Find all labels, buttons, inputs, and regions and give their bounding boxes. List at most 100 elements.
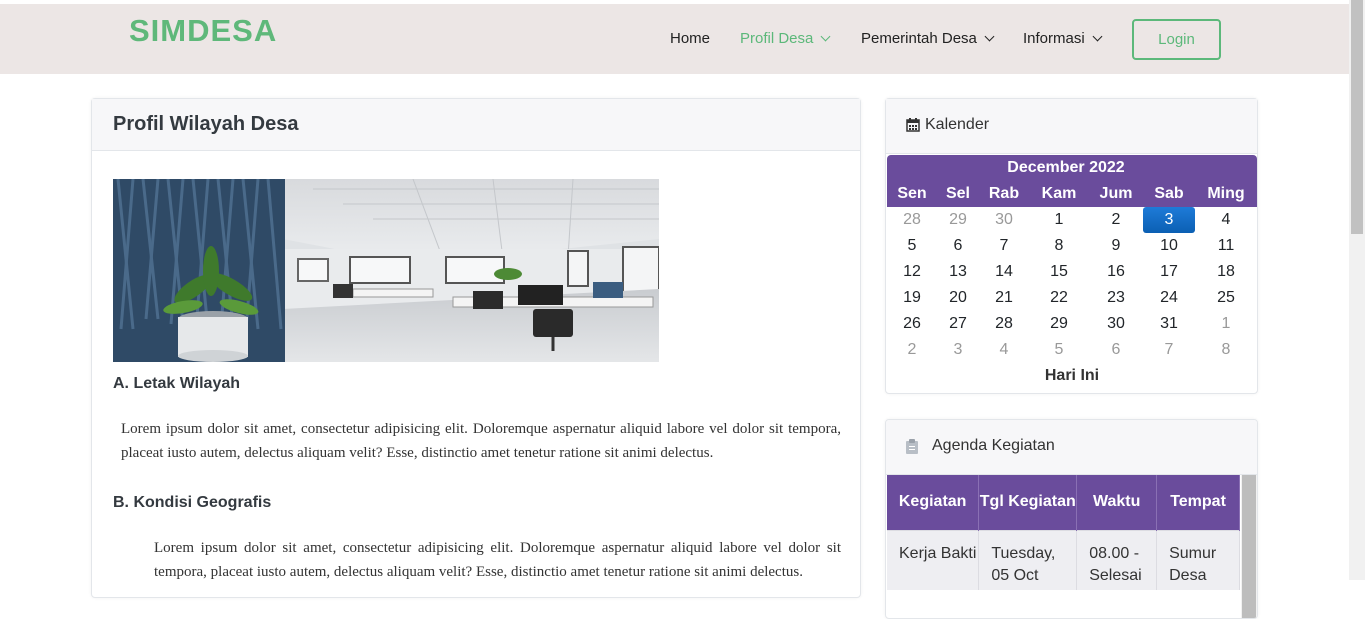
- calendar-day[interactable]: 21: [979, 285, 1029, 311]
- calendar-day[interactable]: 15: [1029, 259, 1089, 285]
- calendar-icon: [906, 118, 920, 132]
- next-month-button[interactable]: [1195, 155, 1257, 181]
- calendar-day[interactable]: 7: [979, 233, 1029, 259]
- calendar-card-header: Kalender: [886, 99, 1257, 154]
- weekday-label: Rab: [979, 181, 1029, 207]
- calendar-day[interactable]: 10: [1143, 233, 1195, 259]
- calendar-day[interactable]: 14: [979, 259, 1029, 285]
- calendar-day[interactable]: 8: [1195, 337, 1257, 363]
- calendar-heading: Kalender: [906, 116, 989, 134]
- calendar-day[interactable]: 2: [1089, 207, 1143, 233]
- agenda-card: Agenda Kegiatan Kegiatan Tgl Kegiatan Wa…: [885, 419, 1258, 619]
- office-image: [113, 179, 659, 362]
- calendar-day[interactable]: 28: [887, 207, 937, 233]
- calendar-day[interactable]: 4: [1195, 207, 1257, 233]
- nav-pemerintah-desa[interactable]: Pemerintah Desa: [861, 30, 995, 47]
- nav-profil-desa[interactable]: Profil Desa: [740, 30, 831, 47]
- calendar-day[interactable]: 18: [1195, 259, 1257, 285]
- section-text-letak-wilayah: Lorem ipsum dolor sit amet, consectetur …: [121, 421, 841, 461]
- weekday-label: Jum: [1089, 181, 1143, 207]
- calendar-day[interactable]: 8: [1029, 233, 1089, 259]
- section-text-kondisi-geografis: Lorem ipsum dolor sit amet, consectetur …: [154, 540, 841, 580]
- calendar-day[interactable]: 17: [1143, 259, 1195, 285]
- scrollbar-thumb[interactable]: [1351, 0, 1363, 234]
- nav-pemerintah-desa-label: Pemerintah Desa: [861, 30, 977, 47]
- calendar-day[interactable]: 30: [979, 207, 1029, 233]
- calendar-day[interactable]: 20: [937, 285, 979, 311]
- calendar-day[interactable]: 19: [887, 285, 937, 311]
- calendar-day[interactable]: 4: [979, 337, 1029, 363]
- calendar-week-row: 19 20 21 22 23 24 25: [887, 285, 1257, 311]
- calendar-day[interactable]: 28: [979, 311, 1029, 337]
- agenda-scrollbar[interactable]: [1241, 475, 1257, 618]
- agenda-header-row: Kegiatan Tgl Kegiatan Waktu Tempat: [887, 475, 1240, 530]
- calendar-day[interactable]: 11: [1195, 233, 1257, 259]
- calendar-heading-label: Kalender: [925, 116, 990, 133]
- prev-month-button[interactable]: [887, 155, 937, 181]
- calendar-day[interactable]: 12: [887, 259, 937, 285]
- weekday-label: Kam: [1029, 181, 1089, 207]
- calendar-day[interactable]: 1: [1029, 207, 1089, 233]
- calendar-table: December 2022 Sen Sel Rab Kam Jum Sab Mi…: [887, 155, 1257, 389]
- page-title: Profil Wilayah Desa: [113, 113, 299, 135]
- calendar-day[interactable]: 2: [887, 337, 937, 363]
- calendar-month-title[interactable]: December 2022: [937, 155, 1195, 181]
- calendar-day[interactable]: 22: [1029, 285, 1089, 311]
- calendar-day[interactable]: 5: [1029, 337, 1089, 363]
- calendar-day[interactable]: 1: [1195, 311, 1257, 337]
- clipboard-icon: [906, 438, 918, 454]
- calendar-week-row: 2 3 4 5 6 7 8: [887, 337, 1257, 363]
- calendar-week-row: 12 13 14 15 16 17 18: [887, 259, 1257, 285]
- calendar-week-row: 26 27 28 29 30 31 1: [887, 311, 1257, 337]
- calendar-day[interactable]: 27: [937, 311, 979, 337]
- weekday-label: Ming: [1195, 181, 1257, 207]
- calendar-month-row: December 2022: [887, 155, 1257, 181]
- section-title-kondisi-geografis: B. Kondisi Geografis: [113, 494, 272, 511]
- agenda-column-header: Kegiatan: [887, 475, 980, 530]
- weekday-label: Sel: [937, 181, 979, 207]
- agenda-heading: Agenda Kegiatan: [906, 437, 1055, 455]
- calendar-card: Kalender December 2022 Sen Sel Rab Kam J…: [885, 98, 1258, 394]
- page-scrollbar[interactable]: [1349, 0, 1365, 580]
- agenda-cell: Tuesday, 05 Oct: [978, 529, 1078, 590]
- calendar-day[interactable]: 30: [1089, 311, 1143, 337]
- calendar-day[interactable]: 29: [937, 207, 979, 233]
- calendar-week-row: 5 6 7 8 9 10 11: [887, 233, 1257, 259]
- calendar-day[interactable]: 26: [887, 311, 937, 337]
- chevron-down-icon: [1092, 31, 1103, 42]
- nav-informasi-label: Informasi: [1023, 30, 1085, 47]
- calendar-day[interactable]: 6: [937, 233, 979, 259]
- agenda-cell: 08.00 - Selesai: [1076, 529, 1158, 590]
- section-title-letak-wilayah: A. Letak Wilayah: [113, 375, 241, 392]
- brand-logo[interactable]: SIMDESA: [129, 13, 277, 49]
- agenda-heading-label: Agenda Kegiatan: [932, 437, 1055, 454]
- calendar-day[interactable]: 23: [1089, 285, 1143, 311]
- agenda-column-header: Tgl Kegiatan: [978, 475, 1078, 530]
- agenda-column-header: Tempat: [1156, 475, 1240, 530]
- calendar-day[interactable]: 7: [1143, 337, 1195, 363]
- agenda-column-header: Waktu: [1076, 475, 1158, 530]
- calendar-day-today[interactable]: 3: [1143, 207, 1195, 233]
- today-button[interactable]: Hari Ini: [887, 363, 1257, 389]
- calendar-week-row: 28 29 30 1 2 3 4: [887, 207, 1257, 233]
- agenda-card-header: Agenda Kegiatan: [886, 420, 1257, 475]
- agenda-scrollbar-thumb[interactable]: [1242, 475, 1256, 618]
- table-row: Kerja Bakti Tuesday, 05 Oct 08.00 - Sele…: [887, 529, 1240, 590]
- calendar-day[interactable]: 24: [1143, 285, 1195, 311]
- weekday-label: Sab: [1143, 181, 1195, 207]
- agenda-table: Kegiatan Tgl Kegiatan Waktu Tempat Kerja…: [887, 475, 1240, 590]
- calendar-day[interactable]: 29: [1029, 311, 1089, 337]
- calendar-day[interactable]: 16: [1089, 259, 1143, 285]
- calendar-day[interactable]: 6: [1089, 337, 1143, 363]
- calendar-day[interactable]: 9: [1089, 233, 1143, 259]
- calendar-day[interactable]: 25: [1195, 285, 1257, 311]
- calendar-day[interactable]: 13: [937, 259, 979, 285]
- calendar-day[interactable]: 3: [937, 337, 979, 363]
- login-button[interactable]: Login: [1132, 19, 1221, 60]
- calendar-day[interactable]: 31: [1143, 311, 1195, 337]
- calendar-day[interactable]: 5: [887, 233, 937, 259]
- nav-home[interactable]: Home: [670, 30, 710, 47]
- nav-informasi[interactable]: Informasi: [1023, 30, 1103, 47]
- profil-card: Profil Wilayah Desa A. Letak Wilayah Lor…: [91, 98, 861, 598]
- nav-profil-desa-label: Profil Desa: [740, 30, 814, 47]
